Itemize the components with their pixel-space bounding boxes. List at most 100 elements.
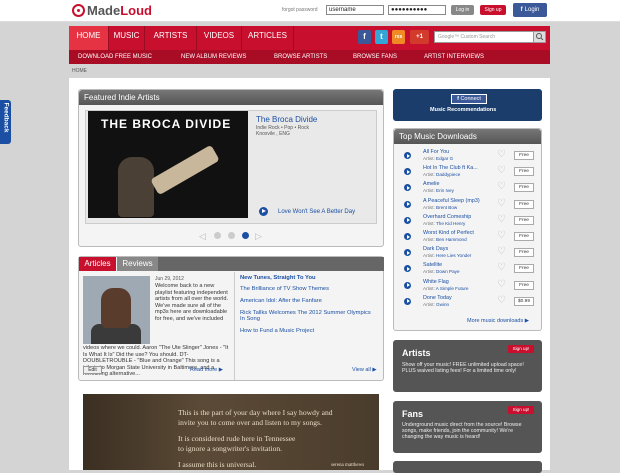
carousel-dot-2[interactable]: [228, 232, 235, 239]
artist-link[interactable]: The Kid Henry: [436, 221, 465, 226]
forgot-password-link[interactable]: forgot password: [282, 7, 318, 13]
play-icon[interactable]: [404, 281, 411, 289]
related-article-link[interactable]: Rick Tallks Welcomes The 2012 Summer Oly…: [240, 310, 372, 322]
heart-icon[interactable]: ♡: [497, 214, 508, 225]
artist-link[interactable]: Gwinn: [436, 302, 449, 307]
username-input[interactable]: username: [326, 5, 384, 15]
featured-artist-image[interactable]: THE BROCA DIVIDE: [88, 111, 248, 218]
download-title[interactable]: Amelie: [423, 181, 439, 187]
facebook-login-button[interactable]: f Login: [513, 3, 547, 17]
search-button[interactable]: [533, 31, 546, 43]
subnav-browse-fans[interactable]: BROWSE FANS: [353, 50, 397, 64]
heart-icon[interactable]: ♡: [497, 247, 508, 257]
breadcrumb[interactable]: HOME: [72, 68, 87, 74]
featured-song[interactable]: Love Won't See A Better Day: [278, 209, 355, 215]
facebook-social-icon[interactable]: f: [358, 30, 371, 44]
play-icon[interactable]: [404, 152, 411, 159]
related-article-link[interactable]: American Idol: After the Fanfare: [240, 298, 322, 304]
play-icon[interactable]: [404, 200, 411, 208]
edit-button[interactable]: Edit: [83, 366, 102, 374]
nav-videos[interactable]: VIDEOS: [197, 26, 242, 50]
carousel-dot-1[interactable]: [214, 232, 221, 239]
login-button[interactable]: Log in: [451, 5, 474, 15]
heart-icon[interactable]: ♡: [497, 263, 508, 273]
download-title[interactable]: A Peaceful Sleep (mp3): [423, 198, 480, 204]
carousel-prev-icon[interactable]: ◁: [199, 231, 206, 242]
nav-home[interactable]: HOME: [69, 26, 109, 50]
nav-articles[interactable]: ARTICLES: [242, 26, 294, 50]
download-title[interactable]: All For You: [423, 149, 449, 155]
artist-link[interactable]: Erin Ivey: [436, 188, 454, 193]
facebook-connect-button[interactable]: f Connect: [451, 94, 487, 104]
play-icon[interactable]: [404, 249, 411, 257]
download-price-button[interactable]: Free: [514, 215, 534, 225]
signup-button[interactable]: Sign up: [480, 5, 506, 15]
artist-link[interactable]: A Simple Future: [436, 286, 469, 291]
related-article-link[interactable]: How to Fund a Music Project: [240, 328, 314, 334]
google-plus-one-icon[interactable]: +1: [410, 30, 429, 44]
subnav-download-free-music[interactable]: DOWNLOAD FREE MUSIC: [78, 50, 152, 64]
artist-link[interactable]: Brent Bow: [436, 205, 457, 210]
download-price-button[interactable]: Free: [514, 183, 534, 193]
download-title[interactable]: Done Today: [423, 295, 452, 301]
related-article-link[interactable]: The Brilliance of TV Show Themes: [240, 286, 329, 292]
download-price-button[interactable]: Free: [514, 151, 534, 160]
article-image[interactable]: [83, 276, 150, 344]
feedback-tab[interactable]: Feedback: [0, 100, 11, 144]
artist-link[interactable]: Edgar G: [436, 156, 453, 161]
heart-icon[interactable]: ♡: [497, 198, 508, 209]
carousel-dot-3[interactable]: [242, 232, 249, 239]
play-icon[interactable]: [404, 216, 411, 224]
download-price-button[interactable]: Free: [514, 199, 534, 209]
heart-icon[interactable]: ♡: [497, 182, 508, 192]
nav-music[interactable]: MUSIC: [109, 26, 145, 50]
download-title[interactable]: Hot In The Club ft Ka...: [423, 165, 478, 171]
download-price-button[interactable]: Free: [514, 280, 534, 290]
play-icon[interactable]: [404, 265, 411, 273]
download-price-button[interactable]: Free: [514, 248, 534, 258]
heart-icon[interactable]: ♡: [497, 166, 508, 176]
read-more-link[interactable]: Read more ▶: [190, 367, 223, 373]
play-icon[interactable]: [404, 297, 411, 305]
download-title[interactable]: Satellite: [423, 262, 442, 268]
related-article-link[interactable]: New Tunes, Straight To You: [240, 275, 316, 281]
play-icon[interactable]: [404, 233, 411, 240]
artist-link[interactable]: Down Paye: [436, 269, 460, 274]
download-price-button[interactable]: Free: [514, 167, 534, 177]
download-title[interactable]: White Flag: [423, 279, 449, 285]
subnav-artist-interviews[interactable]: ARTIST INTERVIEWS: [424, 50, 484, 64]
download-title[interactable]: Overhard Comeship: [423, 214, 471, 220]
subnav-new-album-reviews[interactable]: NEW ALBUM REVIEWS: [181, 50, 246, 64]
download-row: A Peaceful Sleep (mp3) Artist: Brent Bow ♡…: [398, 197, 538, 213]
heart-icon[interactable]: ♡: [497, 150, 508, 160]
site-logo[interactable]: Made Loud: [72, 2, 152, 19]
heart-icon[interactable]: ♡: [497, 231, 508, 241]
password-input[interactable]: ●●●●●●●●●●: [388, 5, 446, 15]
artist-link[interactable]: Here Lies Yonder: [436, 253, 471, 258]
download-price-button[interactable]: $0.99: [514, 296, 534, 306]
play-icon[interactable]: [404, 168, 411, 176]
featured-artist-name[interactable]: The Broca Divide: [256, 115, 317, 124]
play-icon[interactable]: [259, 207, 268, 216]
tab-articles[interactable]: Articles: [79, 257, 116, 271]
view-all-link[interactable]: View all ▶: [352, 367, 377, 373]
download-title[interactable]: Worst Kind of Perfect: [423, 230, 474, 236]
play-icon[interactable]: [404, 184, 411, 192]
rss-icon[interactable]: rss: [392, 30, 405, 44]
artist-link[interactable]: Ben Hammond: [436, 237, 467, 242]
heart-icon[interactable]: ♡: [497, 295, 508, 306]
tab-reviews[interactable]: Reviews: [117, 257, 158, 271]
download-title[interactable]: Dark Days: [423, 246, 448, 252]
carousel-next-icon[interactable]: ▷: [255, 231, 262, 242]
download-price-button[interactable]: Free: [514, 264, 534, 274]
search-input[interactable]: Google™ Custom Search: [434, 31, 534, 43]
twitter-social-icon[interactable]: t: [375, 30, 388, 44]
artists-signup-button[interactable]: Sign up!: [508, 345, 534, 353]
subnav-browse-artists[interactable]: BROWSE ARTISTS: [274, 50, 327, 64]
more-downloads-link[interactable]: More music downloads ▶: [467, 318, 529, 324]
nav-artists[interactable]: ARTISTS: [145, 26, 197, 50]
download-price-button[interactable]: Free: [514, 232, 534, 241]
fans-signup-button[interactable]: Sign up!: [508, 406, 534, 414]
heart-icon[interactable]: ♡: [497, 279, 508, 290]
artist-link[interactable]: Daddypiece: [436, 172, 460, 177]
